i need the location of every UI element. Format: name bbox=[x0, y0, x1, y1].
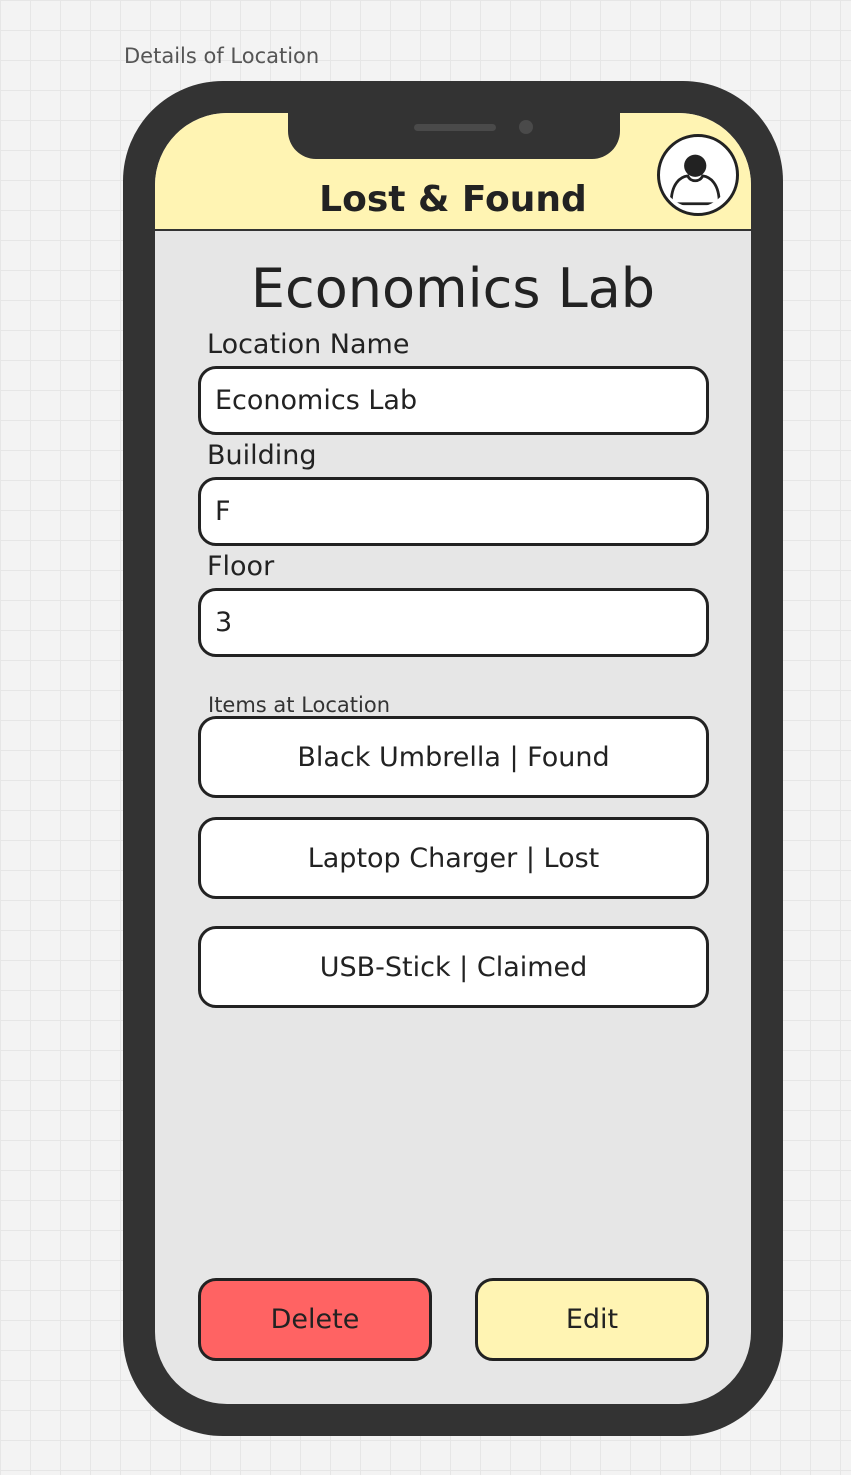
item-usb-stick[interactable]: USB-Stick | Claimed bbox=[198, 926, 709, 1008]
phone-screen: Lost & Found Economics Lab Location Name… bbox=[155, 113, 751, 1404]
app-header: Lost & Found bbox=[155, 113, 751, 231]
location-name-input[interactable] bbox=[198, 366, 709, 435]
item-laptop-charger[interactable]: Laptop Charger | Lost bbox=[198, 817, 709, 899]
front-camera bbox=[519, 120, 533, 134]
item-black-umbrella[interactable]: Black Umbrella | Found bbox=[198, 716, 709, 798]
location-name-label: Location Name bbox=[207, 329, 410, 360]
edit-button-label: Edit bbox=[565, 1304, 619, 1335]
user-profile-icon[interactable] bbox=[657, 134, 739, 216]
phone-notch bbox=[288, 113, 620, 159]
user-profile-icon-graphic bbox=[669, 154, 721, 206]
phone-frame: Lost & Found Economics Lab Location Name… bbox=[123, 81, 783, 1436]
edit-button[interactable]: Edit bbox=[475, 1278, 709, 1361]
building-input[interactable] bbox=[198, 477, 709, 546]
delete-button[interactable]: Delete bbox=[198, 1278, 432, 1361]
item-label: USB-Stick | Claimed bbox=[319, 951, 588, 983]
delete-button-label: Delete bbox=[270, 1304, 360, 1335]
floor-label: Floor bbox=[207, 551, 275, 582]
item-label: Laptop Charger | Lost bbox=[307, 842, 600, 874]
floor-input[interactable] bbox=[198, 588, 709, 657]
canvas-frame-label: Details of Location bbox=[124, 44, 320, 68]
building-label: Building bbox=[207, 440, 317, 471]
item-label: Black Umbrella | Found bbox=[297, 741, 610, 773]
speaker-grille bbox=[414, 124, 496, 131]
location-title: Economics Lab bbox=[250, 257, 656, 320]
items-section-label: Items at Location bbox=[208, 693, 391, 717]
